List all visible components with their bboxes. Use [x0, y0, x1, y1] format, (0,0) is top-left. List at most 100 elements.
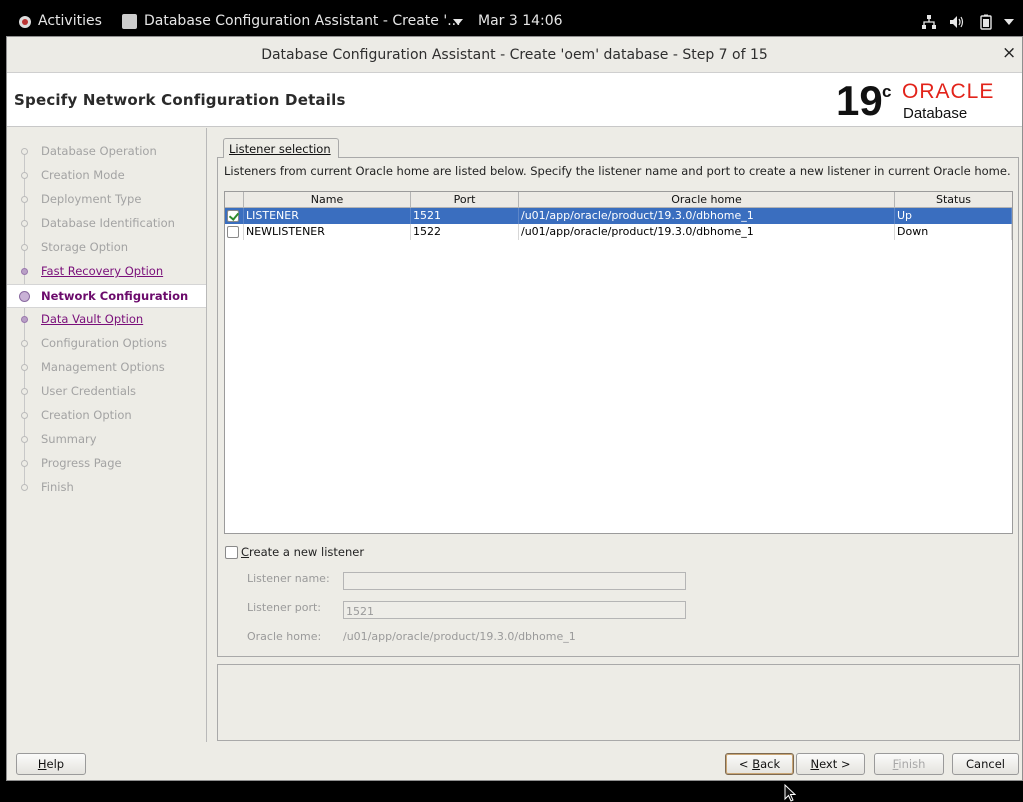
- mnemonic-h: H: [37, 757, 47, 771]
- window-title: Database Configuration Assistant - Creat…: [261, 47, 768, 63]
- cell-port: 1521: [411, 208, 519, 224]
- back-button[interactable]: < Back: [725, 753, 794, 775]
- step-fast-recovery-option[interactable]: Fast Recovery Option: [7, 260, 206, 284]
- back-button-prefix: <: [738, 757, 753, 771]
- tab-listener-selection[interactable]: Listener selection: [223, 138, 339, 158]
- step-marker-icon: [21, 220, 28, 227]
- help-button[interactable]: Help: [16, 753, 86, 775]
- cell-oracle-home: /u01/app/oracle/product/19.3.0/dbhome_1: [519, 224, 895, 240]
- listeners-table: Name Port Oracle home Status LISTENER 152…: [224, 191, 1013, 534]
- oracle-home-label: Oracle home:: [247, 630, 322, 643]
- network-icon[interactable]: [921, 14, 937, 30]
- listener-name-input[interactable]: [343, 572, 686, 590]
- volume-icon[interactable]: [949, 14, 965, 30]
- step-database-identification: Database Identification: [7, 212, 206, 236]
- steps-navigation: Database Operation Creation Mode Deploymen…: [7, 128, 207, 742]
- cell-status: Down: [895, 224, 1012, 240]
- row-checkbox[interactable]: [227, 210, 239, 222]
- step-finish: Finish: [7, 476, 206, 500]
- step-marker-icon: [21, 460, 28, 467]
- column-header-port[interactable]: Port: [411, 192, 519, 208]
- svg-text:c: c: [882, 82, 891, 101]
- step-label: Storage Option: [41, 240, 129, 254]
- page-title: Specify Network Configuration Details: [14, 91, 346, 109]
- column-header-name[interactable]: Name: [244, 192, 411, 208]
- step-marker-icon: [21, 172, 28, 179]
- mouse-pointer-icon: [784, 784, 796, 802]
- step-marker-icon: [21, 268, 28, 275]
- column-header-status[interactable]: Status: [895, 192, 1012, 208]
- clock[interactable]: Mar 3 14:06: [478, 13, 563, 29]
- cell-select: [225, 208, 244, 224]
- step-marker-icon: [21, 484, 28, 491]
- step-label: User Credentials: [41, 384, 137, 398]
- svg-text:ORACLE: ORACLE: [902, 80, 994, 103]
- step-label: Network Configuration: [41, 289, 189, 303]
- app-menu-title[interactable]: Database Configuration Assistant - Creat…: [144, 13, 461, 29]
- app-menu-icon: [122, 14, 137, 29]
- step-marker-icon: [21, 148, 28, 155]
- next-button-text: ext >: [819, 757, 851, 771]
- table-row[interactable]: LISTENER 1521/u01/app/oracle/product/19.3…: [225, 208, 1012, 224]
- table-row[interactable]: NEWLISTENER 1522/u01/app/oracle/product/1…: [225, 224, 1012, 240]
- finish-button[interactable]: Finish: [874, 753, 944, 775]
- step-network-configuration[interactable]: Network Configuration: [7, 284, 206, 308]
- dbca-window: Database Configuration Assistant - Creat…: [6, 36, 1023, 802]
- oracle-database-logo: 19 c ORACLE Database: [836, 79, 994, 123]
- listener-port-label: Listener port:: [247, 601, 322, 614]
- step-marker-icon: [21, 388, 28, 395]
- create-new-listener-checkbox[interactable]: [225, 546, 238, 559]
- step-label: Deployment Type: [41, 192, 142, 206]
- step-label: Fast Recovery Option: [41, 264, 164, 278]
- row-checkbox[interactable]: [227, 226, 239, 238]
- step-marker-icon: [19, 291, 30, 302]
- activities-logo-icon: [19, 16, 31, 28]
- battery-icon[interactable]: [978, 14, 994, 30]
- column-header-select[interactable]: [225, 192, 244, 208]
- mnemonic-b: B: [752, 757, 761, 771]
- cell-name: LISTENER: [244, 208, 411, 224]
- system-menu-caret-icon[interactable]: [1004, 19, 1014, 25]
- step-label: Summary: [41, 432, 97, 446]
- close-icon[interactable]: ×: [1002, 45, 1016, 62]
- step-label: Creation Mode: [41, 168, 125, 182]
- listener-port-input[interactable]: [343, 601, 686, 619]
- column-header-oracle-home[interactable]: Oracle home: [519, 192, 895, 208]
- mnemonic-n: N: [810, 757, 820, 771]
- cell-name: NEWLISTENER: [244, 224, 411, 240]
- help-button-text: elp: [46, 757, 65, 771]
- step-creation-option: Creation Option: [7, 404, 206, 428]
- svg-text:Database: Database: [903, 105, 967, 122]
- step-label: Creation Option: [41, 408, 132, 422]
- svg-text:19: 19: [836, 79, 883, 123]
- step-storage-option: Storage Option: [7, 236, 206, 260]
- back-button-text: ack: [760, 757, 781, 771]
- step-marker-icon: [21, 364, 28, 371]
- finish-button-text: inish: [898, 757, 926, 771]
- create-new-listener-label[interactable]: Create a new listener: [241, 545, 364, 559]
- app-menu-caret-icon[interactable]: [453, 19, 463, 25]
- next-button[interactable]: Next >: [796, 753, 865, 775]
- create-new-listener-label-text: reate a new listener: [249, 545, 365, 559]
- page-header: Specify Network Configuration Details 19…: [7, 73, 1022, 127]
- step-creation-mode: Creation Mode: [7, 164, 206, 188]
- cell-oracle-home: /u01/app/oracle/product/19.3.0/dbhome_1: [519, 208, 895, 224]
- listener-name-label: Listener name:: [247, 572, 330, 585]
- step-label: Data Vault Option: [41, 312, 144, 326]
- cell-select: [225, 224, 244, 240]
- step-data-vault-option[interactable]: Data Vault Option: [7, 308, 206, 332]
- step-label: Progress Page: [41, 456, 122, 470]
- step-summary: Summary: [7, 428, 206, 452]
- cancel-button[interactable]: Cancel: [952, 753, 1019, 775]
- step-label: Management Options: [41, 360, 165, 374]
- activities-button[interactable]: Activities: [38, 13, 102, 29]
- info-text: Listeners from current Oracle home are l…: [224, 164, 1011, 178]
- window-titlebar[interactable]: Database Configuration Assistant - Creat…: [7, 37, 1022, 73]
- step-management-options: Management Options: [7, 356, 206, 380]
- step-marker-icon: [21, 196, 28, 203]
- table-header: Name Port Oracle home Status: [225, 192, 1012, 208]
- step-configuration-options: Configuration Options: [7, 332, 206, 356]
- cell-status: Up: [895, 208, 1012, 224]
- step-marker-icon: [21, 316, 28, 323]
- oracle-home-value: /u01/app/oracle/product/19.3.0/dbhome_1: [343, 630, 576, 643]
